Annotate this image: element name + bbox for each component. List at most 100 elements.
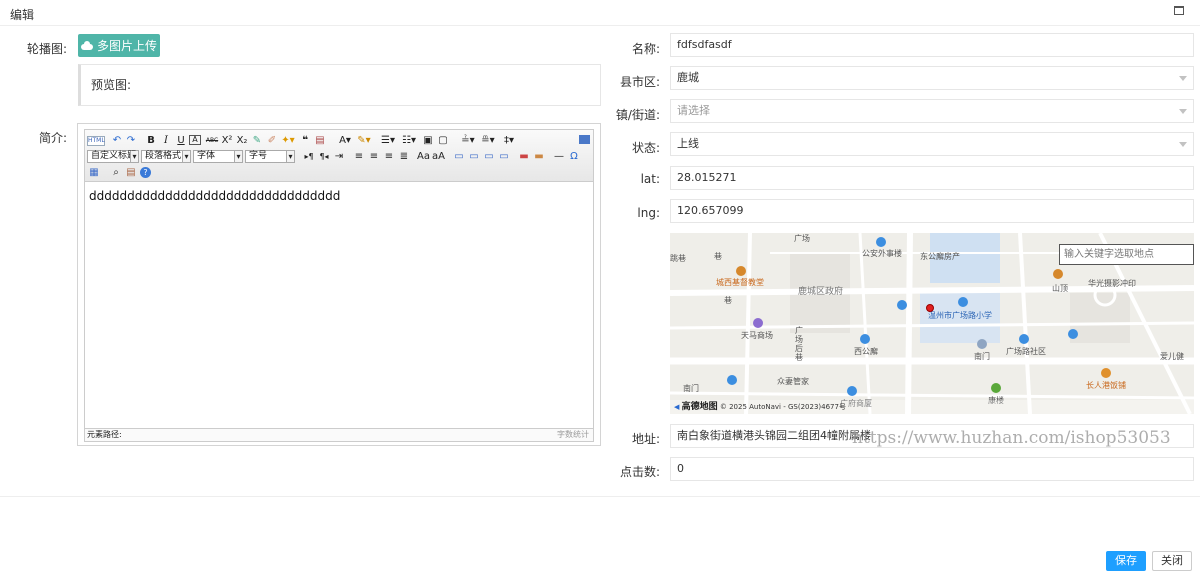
bold-icon[interactable]: B	[145, 135, 157, 147]
image-none-icon[interactable]: ▭	[453, 151, 465, 163]
maximize-icon[interactable]	[1174, 6, 1184, 15]
align-left-icon[interactable]: ≡	[353, 151, 365, 163]
format-match-icon[interactable]: ✎	[251, 135, 263, 147]
map-poi-xiang-2: 巷	[724, 296, 732, 305]
map-community-icon	[1019, 334, 1029, 344]
preview-icon[interactable]: ▦	[88, 167, 100, 179]
editor-content[interactable]: ddddddddddddddddddddddddddddddddd	[85, 183, 593, 429]
paste-plain-icon[interactable]: ▤	[314, 135, 326, 147]
row-spacing-bottom-icon[interactable]: ≞▾	[480, 135, 496, 147]
rtl-icon[interactable]: ¶◂	[318, 151, 330, 163]
multi-image-upload-button[interactable]: 多图片上传	[78, 34, 160, 57]
map-police-icon	[876, 237, 886, 247]
rich-text-editor: HTML ↶ ↷ B I U A ABC X² X₂ ✎ ✐ ✦▾ ❝ ▤ A▾…	[77, 123, 601, 446]
map-nanmen-bus-icon	[727, 375, 737, 385]
name-label: 名称:	[631, 42, 660, 56]
editor-toolbar: HTML ↶ ↷ B I U A ABC X² X₂ ✎ ✐ ✦▾ ❝ ▤ A▾…	[85, 130, 593, 182]
image-left-icon[interactable]: ▭	[468, 151, 480, 163]
county-label: 县市区:	[619, 75, 660, 89]
font-border-icon[interactable]: A	[189, 135, 201, 145]
fullscreen-icon[interactable]	[579, 135, 590, 144]
map-poi-school: 温州市广场路小学	[928, 311, 992, 320]
lat-label: lat:	[640, 172, 660, 186]
status-label: 状态:	[631, 141, 660, 155]
uppercase-icon[interactable]: Aa	[417, 151, 430, 163]
indent-icon[interactable]: ⇥	[333, 151, 345, 163]
intro-label: 简介:	[38, 131, 67, 145]
insert-image-icon[interactable]: ▬	[518, 151, 530, 163]
map-picker[interactable]: 跳巷 广场 巷 公安外事楼 东公廨房产 城西基督教堂 鹿城区政府 温州市广场路小…	[670, 233, 1194, 414]
align-right-icon[interactable]: ≡	[383, 151, 395, 163]
help-icon[interactable]: ?	[140, 167, 151, 178]
dialog-titlebar: 编辑	[0, 0, 1200, 26]
map-location-pin-icon	[926, 304, 934, 312]
subscript-icon[interactable]: X₂	[236, 135, 248, 147]
county-select[interactable]: 鹿城	[670, 66, 1194, 90]
ltr-icon[interactable]: ▸¶	[303, 151, 315, 163]
align-center-icon[interactable]: ≡	[368, 151, 380, 163]
map-brand-logo: 高德地图	[681, 402, 718, 412]
map-poi-nanmen-2: 南门	[683, 384, 699, 393]
map-poi-gongan: 公安外事楼	[862, 249, 902, 258]
town-select[interactable]: 请选择	[670, 99, 1194, 123]
horizontal-rule-icon[interactable]: —	[553, 151, 565, 163]
blockquote-icon[interactable]: ❝	[299, 135, 311, 147]
word-count-label: 字数统计	[557, 430, 589, 439]
close-button[interactable]: 关闭	[1152, 551, 1192, 571]
name-input[interactable]: fdfsdfasdf	[670, 33, 1194, 57]
clicks-label: 点击数:	[619, 465, 660, 479]
map-poi-tiaoxiang: 跳巷	[670, 254, 686, 263]
html-source-button[interactable]: HTML	[87, 136, 105, 146]
strikethrough-icon[interactable]: ABC	[205, 135, 219, 147]
paragraph-format-select[interactable]: 段落格式	[141, 150, 191, 163]
special-char-icon[interactable]: Ω	[568, 151, 580, 163]
map-poi-church: 城西基督教堂	[716, 278, 764, 287]
map-poi-shanding: 山顶	[1052, 284, 1068, 293]
image-right-icon[interactable]: ▭	[483, 151, 495, 163]
lng-label: lng:	[637, 206, 660, 220]
draft-icon[interactable]: ▤	[125, 167, 137, 179]
map-poi-guangchanghouxiang: 广场后巷	[795, 326, 803, 362]
line-height-icon[interactable]: ‡▾	[501, 135, 517, 147]
search-replace-icon[interactable]: ⌕	[110, 167, 122, 179]
undo-icon[interactable]: ↶	[111, 135, 123, 147]
map-search-input[interactable]: 输入关键字选取地点	[1059, 244, 1194, 265]
row-spacing-top-icon[interactable]: ≟▾	[460, 135, 476, 147]
superscript-icon[interactable]: X²	[221, 135, 233, 147]
clear-doc-icon[interactable]: ▢	[437, 135, 449, 147]
clear-format-icon[interactable]: ✐	[266, 135, 278, 147]
ordered-list-icon[interactable]: ☰▾	[380, 135, 396, 147]
insert-video-icon[interactable]: ▬	[533, 151, 545, 163]
upload-button-label: 多图片上传	[96, 39, 157, 53]
save-button[interactable]: 保存	[1106, 551, 1146, 571]
map-poi-guangchanglu-community: 广场路社区	[1006, 347, 1046, 356]
redo-icon[interactable]: ↷	[125, 135, 137, 147]
lowercase-icon[interactable]: aA	[432, 151, 445, 163]
carousel-label: 轮播图:	[26, 42, 67, 56]
map-poi-aierjian: 爱儿健	[1160, 352, 1184, 361]
map-poi-gov: 鹿城区政府	[798, 287, 844, 297]
font-color-icon[interactable]: A▾	[337, 135, 353, 147]
font-family-select[interactable]: 字体	[193, 150, 243, 163]
auto-format-icon[interactable]: ✦▾	[281, 135, 295, 147]
clicks-input[interactable]: 0	[670, 457, 1194, 481]
lng-input[interactable]: 120.657099	[670, 199, 1194, 223]
map-shanding-icon	[1053, 269, 1063, 279]
select-all-icon[interactable]: ▣	[422, 135, 434, 147]
align-justify-icon[interactable]: ≣	[398, 151, 410, 163]
map-poi-dong-gongxie: 东公廨房产	[920, 252, 960, 261]
italic-icon[interactable]: I	[160, 135, 172, 147]
map-nanmen-icon	[977, 339, 987, 349]
background-color-icon[interactable]: ✎▾	[356, 135, 372, 147]
image-center-icon[interactable]: ▭	[498, 151, 510, 163]
map-xigongxie-icon	[860, 334, 870, 344]
unordered-list-icon[interactable]: ☷▾	[401, 135, 417, 147]
status-select[interactable]: 上线	[670, 132, 1194, 156]
underline-icon[interactable]: U	[175, 135, 187, 147]
custom-title-select[interactable]: 自定义标题	[87, 150, 139, 163]
font-size-select[interactable]: 字号	[245, 150, 295, 163]
map-kanglou-icon	[991, 383, 1001, 393]
footer-divider	[0, 496, 1200, 497]
editor-statusbar: 元素路径: 字数统计	[85, 428, 593, 441]
lat-input[interactable]: 28.015271	[670, 166, 1194, 190]
